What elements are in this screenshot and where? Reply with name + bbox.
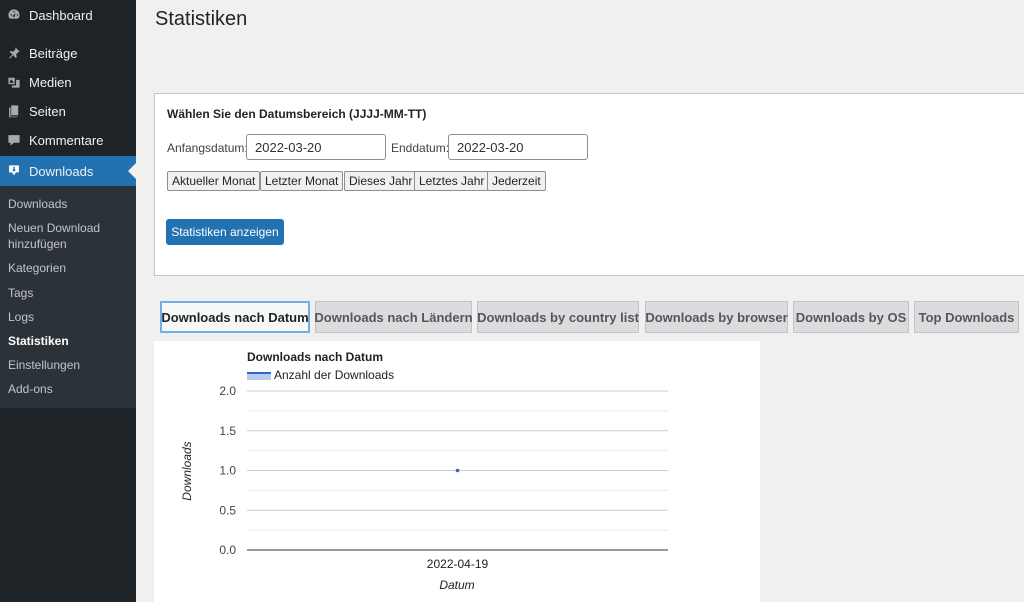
sidebar-item-label: Medien <box>29 74 72 90</box>
comments-icon <box>7 133 21 147</box>
y-tick-label: 0.0 <box>219 543 236 557</box>
this-year-button[interactable]: Dieses Jahr <box>344 171 418 191</box>
pages-icon <box>7 104 21 118</box>
submenu-item-add-new[interactable]: Neuen Download hinzufügen <box>8 220 128 252</box>
last-year-button[interactable]: Letztes Jahr <box>414 171 490 191</box>
sidebar-item-label: Kommentare <box>29 132 104 148</box>
chart-panel: Downloads nach Datum Anzahl der Download… <box>154 341 760 602</box>
tab-downloads-by-date[interactable]: Downloads nach Datum <box>160 301 310 333</box>
submenu-item-categories[interactable]: Kategorien <box>8 260 128 276</box>
show-statistics-button[interactable]: Statistiken anzeigen <box>166 219 284 245</box>
tab-downloads-by-browser[interactable]: Downloads by browser <box>645 301 788 333</box>
sidebar-item-posts[interactable]: Beiträge <box>0 38 136 68</box>
sidebar-item-comments[interactable]: Kommentare <box>0 125 136 155</box>
submenu-item-addons[interactable]: Add-ons <box>8 381 128 397</box>
tab-downloads-by-os[interactable]: Downloads by OS <box>793 301 909 333</box>
y-tick-label: 0.5 <box>219 503 236 517</box>
date-range-panel: Wählen Sie den Datumsbereich (JJJJ-MM-TT… <box>154 93 1024 276</box>
y-axis-label: Downloads <box>180 441 194 500</box>
all-time-button[interactable]: Jederzeit <box>487 171 546 191</box>
start-date-input[interactable] <box>246 134 386 160</box>
submenu-item-downloads[interactable]: Downloads <box>8 196 128 212</box>
end-date-input[interactable] <box>448 134 588 160</box>
y-tick-label: 1.5 <box>219 424 236 438</box>
pin-icon <box>7 46 21 60</box>
current-month-button[interactable]: Aktueller Monat <box>167 171 261 191</box>
sidebar-item-dashboard[interactable]: Dashboard <box>0 0 136 30</box>
page-title: Statistiken <box>155 8 248 30</box>
sidebar-item-label: Beiträge <box>29 45 78 61</box>
dashboard-icon <box>7 8 21 22</box>
data-point <box>455 468 460 473</box>
x-axis-label: Datum <box>439 578 474 592</box>
downloads-by-date-chart: Downloads nach Datum Anzahl der Download… <box>180 350 668 592</box>
end-date-label: Enddatum: <box>391 141 450 155</box>
tab-top-downloads[interactable]: Top Downloads <box>914 301 1019 333</box>
admin-sidebar: Dashboard Beiträge Medien Seiten Komment… <box>0 0 136 602</box>
submenu-item-settings[interactable]: Einstellungen <box>8 357 128 373</box>
date-range-heading: Wählen Sie den Datumsbereich (JJJJ-MM-TT… <box>167 107 427 121</box>
submenu-item-logs[interactable]: Logs <box>8 309 128 325</box>
sidebar-item-label: Dashboard <box>29 7 93 23</box>
sidebar-item-label: Seiten <box>29 103 66 119</box>
last-month-button[interactable]: Letzter Monat <box>260 171 344 191</box>
submenu-item-statistics[interactable]: Statistiken <box>8 333 128 349</box>
legend-swatch <box>247 373 271 380</box>
chart-title: Downloads nach Datum <box>247 350 383 364</box>
tab-downloads-by-country[interactable]: Downloads nach Ländern <box>314 301 473 333</box>
legend-label: Anzahl der Downloads <box>274 368 394 382</box>
sidebar-item-media[interactable]: Medien <box>0 67 136 97</box>
download-icon <box>7 164 21 178</box>
sidebar-item-label: Downloads <box>29 163 94 179</box>
submenu-item-tags[interactable]: Tags <box>8 285 128 301</box>
media-icon <box>7 75 21 89</box>
downloads-submenu: Downloads Neuen Download hinzufügen Kate… <box>0 186 136 408</box>
sidebar-item-pages[interactable]: Seiten <box>0 96 136 126</box>
x-tick-label: 2022-04-19 <box>427 557 489 571</box>
y-tick-label: 1.0 <box>219 464 236 478</box>
start-date-label: Anfangsdatum: <box>167 141 248 155</box>
tab-downloads-by-country-list[interactable]: Downloads by country list <box>477 301 639 333</box>
y-tick-label: 2.0 <box>219 384 236 398</box>
sidebar-item-downloads[interactable]: Downloads <box>0 156 136 186</box>
